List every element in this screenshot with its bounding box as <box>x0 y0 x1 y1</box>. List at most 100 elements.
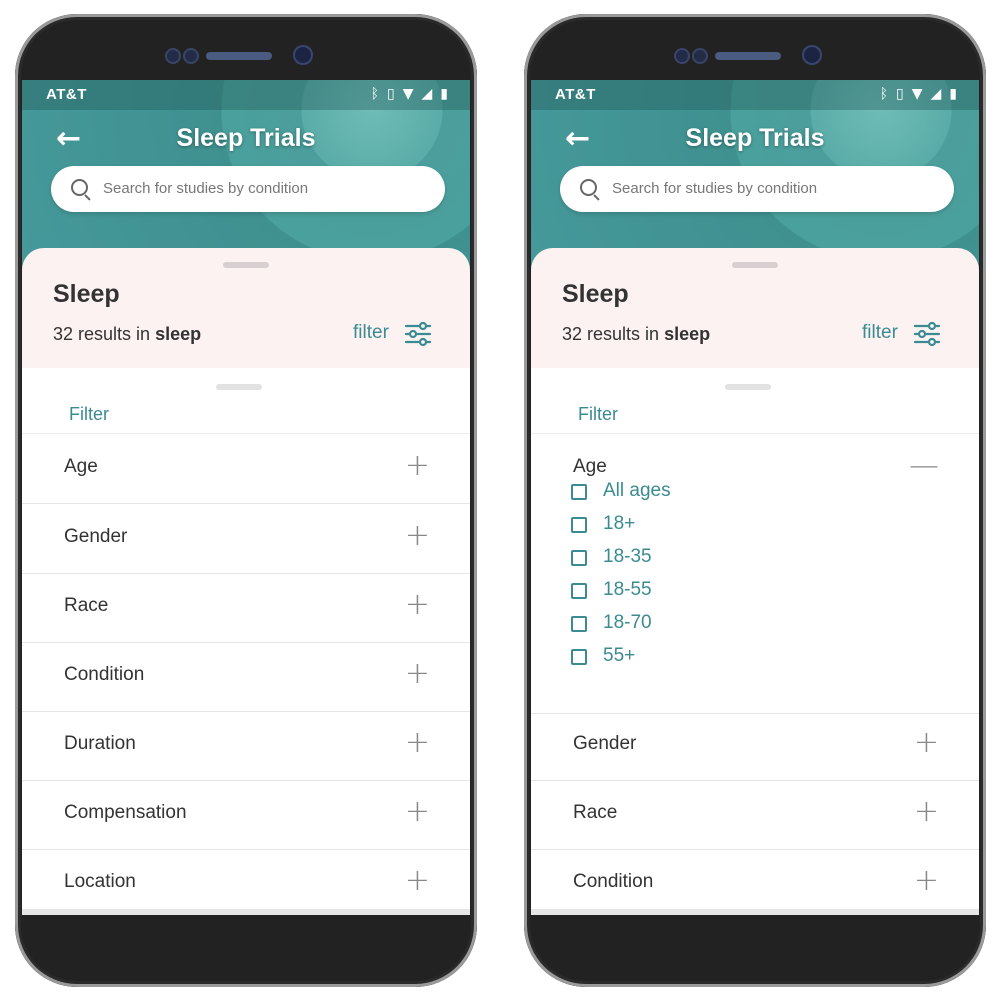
checkbox[interactable] <box>571 517 587 533</box>
drag-handle[interactable] <box>223 262 269 268</box>
drag-handle[interactable] <box>732 262 778 268</box>
filter-row-duration[interactable]: Duration + <box>22 711 470 781</box>
wifi-icon: ▼ <box>402 86 414 102</box>
plus-icon[interactable]: + <box>405 792 430 832</box>
option-label: 18+ <box>603 513 636 534</box>
category-title: Sleep <box>562 280 629 308</box>
status-icons: ᛒ ▯ ▼ ◢ ▮ <box>371 86 448 102</box>
filter-row-gender[interactable]: Gender + <box>531 711 979 781</box>
vibrate-icon: ▯ <box>387 86 395 102</box>
plus-icon[interactable]: + <box>914 792 939 832</box>
search-placeholder: Search for studies by condition <box>612 180 818 197</box>
option-label: 18-55 <box>603 579 652 600</box>
search-icon <box>71 179 88 196</box>
plus-icon[interactable]: + <box>405 723 430 763</box>
filter-row-label: Duration <box>64 733 136 754</box>
filter-row-label: Condition <box>573 871 654 892</box>
plus-icon[interactable]: + <box>405 654 430 694</box>
vibrate-icon: ▯ <box>896 86 904 102</box>
speaker-grille <box>206 52 272 60</box>
filter-panel-title: Filter <box>578 404 618 424</box>
filter-panel-title: Filter <box>69 404 109 424</box>
filter-row-label: Gender <box>573 733 637 754</box>
results-term: sleep <box>664 324 711 344</box>
phone-right: AT&T ᛒ ▯ ▼ ◢ ▮ ← Sleep Trials Search for… <box>524 14 986 987</box>
sensor-icon <box>694 50 706 62</box>
sensor-icon <box>167 50 179 62</box>
category-sheet: Sleep 32 results in sleep filter <box>531 248 979 368</box>
filter-row-race[interactable]: Race + <box>531 780 979 850</box>
filter-row-compensation[interactable]: Compensation + <box>22 780 470 850</box>
search-input[interactable]: Search for studies by condition <box>560 166 954 212</box>
carrier-label: AT&T <box>46 86 87 103</box>
screen: AT&T ᛒ ▯ ▼ ◢ ▮ ← Sleep Trials Search for… <box>531 80 979 915</box>
plus-icon[interactable]: + <box>914 861 939 901</box>
filter-row-label: Age <box>573 456 607 477</box>
signal-icon: ◢ <box>421 86 433 102</box>
checkbox[interactable] <box>571 583 587 599</box>
sliders-icon[interactable] <box>913 320 941 348</box>
checkbox[interactable] <box>571 616 587 632</box>
filter-row-label: Race <box>573 802 618 823</box>
filter-row-age[interactable]: Age + <box>22 434 470 504</box>
filter-row-condition[interactable]: Condition + <box>531 849 979 915</box>
minus-icon[interactable]: — <box>909 446 939 486</box>
filter-row-label: Age <box>64 456 98 477</box>
page-title: Sleep Trials <box>176 124 316 152</box>
sensor-icon <box>676 50 688 62</box>
status-icons: ᛒ ▯ ▼ ◢ ▮ <box>880 86 957 102</box>
carrier-label: AT&T <box>555 86 596 103</box>
results-count: 32 results in sleep <box>53 324 201 345</box>
page-title: Sleep Trials <box>685 124 825 152</box>
speaker-grille <box>715 52 781 60</box>
filter-button[interactable]: filter <box>353 322 389 344</box>
category-title: Sleep <box>53 280 120 308</box>
option-label: 18-70 <box>603 612 652 633</box>
plus-icon[interactable]: + <box>405 585 430 625</box>
checkbox[interactable] <box>571 649 587 665</box>
front-camera-icon <box>295 47 311 63</box>
filter-row-age[interactable]: Age — <box>531 434 979 714</box>
filter-row-race[interactable]: Race + <box>22 573 470 643</box>
wifi-icon: ▼ <box>911 86 923 102</box>
status-bar: AT&T ᛒ ▯ ▼ ◢ ▮ <box>531 80 979 110</box>
checkbox[interactable] <box>571 484 587 500</box>
filter-row-gender[interactable]: Gender + <box>22 504 470 574</box>
plus-icon[interactable]: + <box>914 723 939 763</box>
screen: AT&T ᛒ ▯ ▼ ◢ ▮ ← Sleep Trials Search for… <box>22 80 470 915</box>
option-label: All ages <box>603 480 671 501</box>
drag-handle[interactable] <box>725 384 771 390</box>
status-bar: AT&T ᛒ ▯ ▼ ◢ ▮ <box>22 80 470 110</box>
filter-row-label: Gender <box>64 526 128 547</box>
phone-left: AT&T ᛒ ▯ ▼ ◢ ▮ ← Sleep Trials Search for… <box>15 14 477 987</box>
filter-row-label: Race <box>64 595 109 616</box>
sensor-icon <box>185 50 197 62</box>
results-count: 32 results in sleep <box>562 324 710 345</box>
battery-icon: ▮ <box>949 86 957 102</box>
sliders-icon[interactable] <box>404 320 432 348</box>
results-prefix: 32 results in <box>53 324 151 344</box>
checkbox[interactable] <box>571 550 587 566</box>
filter-panel: Filter Age + Gender + Race + Condition +… <box>22 368 470 915</box>
battery-icon: ▮ <box>440 86 448 102</box>
plus-icon[interactable]: + <box>405 516 430 556</box>
bluetooth-icon: ᛒ <box>370 86 379 102</box>
filter-row-label: Condition <box>64 664 145 685</box>
filter-panel: Filter Age — All ages 18+ 18-35 18-55 18… <box>531 368 979 915</box>
drag-handle[interactable] <box>216 384 262 390</box>
option-label: 18-35 <box>603 546 652 567</box>
plus-icon[interactable]: + <box>405 446 430 486</box>
signal-icon: ◢ <box>930 86 942 102</box>
bluetooth-icon: ᛒ <box>879 86 888 102</box>
plus-icon[interactable]: + <box>405 861 430 901</box>
front-camera-icon <box>804 47 820 63</box>
search-input[interactable]: Search for studies by condition <box>51 166 445 212</box>
search-placeholder: Search for studies by condition <box>103 180 309 197</box>
filter-row-location[interactable]: Location + <box>22 849 470 915</box>
results-term: sleep <box>155 324 202 344</box>
bottom-edge <box>22 909 470 915</box>
bottom-edge <box>531 909 979 915</box>
results-prefix: 32 results in <box>562 324 660 344</box>
filter-row-condition[interactable]: Condition + <box>22 642 470 712</box>
filter-button[interactable]: filter <box>862 322 898 344</box>
